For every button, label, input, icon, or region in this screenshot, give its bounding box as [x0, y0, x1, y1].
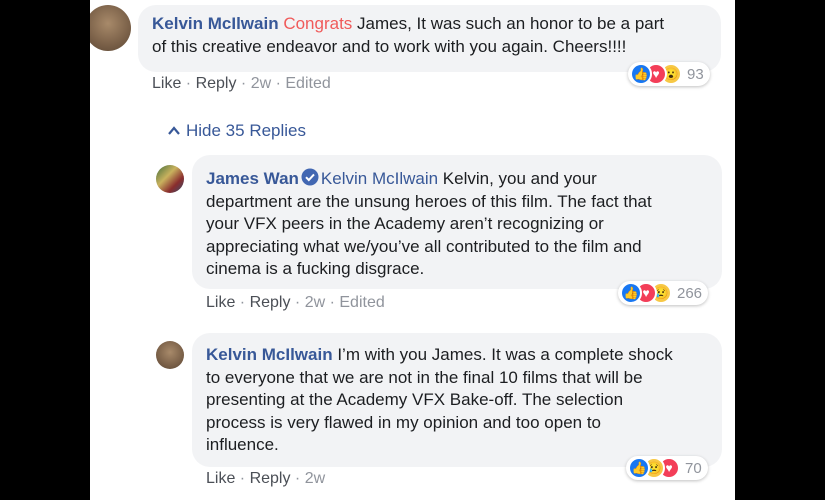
reply-line: appreciating what we/you’ve all contribu…	[206, 236, 642, 256]
like-icon: 👍	[628, 457, 650, 479]
like-link[interactable]: Like	[206, 470, 235, 487]
reply-link[interactable]: Reply	[250, 294, 291, 311]
chevron-up-icon	[168, 126, 180, 135]
like-icon: 👍	[630, 63, 652, 85]
like-link[interactable]: Like	[206, 294, 235, 311]
avatar[interactable]	[156, 165, 184, 193]
comment-line: of this creative endeavor and to work wi…	[152, 36, 627, 56]
avatar[interactable]	[156, 341, 184, 369]
timestamp[interactable]: 2w	[251, 75, 271, 92]
edited-label[interactable]: Edited	[339, 294, 384, 311]
edited-label[interactable]: Edited	[285, 75, 330, 92]
avatar[interactable]	[90, 5, 131, 51]
reply-line: I’m with you James. It was a complete sh…	[332, 345, 673, 364]
comment-actions: Like · Reply · 2w · Edited	[152, 75, 331, 92]
hide-replies-link[interactable]: Hide 35 Replies	[168, 121, 306, 141]
reply-line: influence.	[206, 435, 279, 454]
reply-line: to everyone that we are not in the final…	[206, 367, 643, 387]
like-link[interactable]: Like	[152, 75, 181, 92]
reply-line: your VFX peers in the Academy aren’t rec…	[206, 214, 604, 233]
verified-badge-icon	[301, 168, 319, 186]
reply-text: James Wan Kelvin McIlwain Kelvin, you and…	[206, 168, 716, 281]
comments-panel: Kelvin McIlwain Congrats James, It was s…	[90, 0, 735, 500]
reply-line: process is very flawed in my opinion and…	[206, 412, 602, 432]
reactions-summary[interactable]: 👍 ♥ 😢 266	[618, 281, 709, 305]
reply-line: presenting at the Academy VFX Bake-off. …	[206, 390, 624, 409]
comment-author[interactable]: Kelvin McIlwain	[152, 14, 279, 33]
hide-replies-label: Hide 35 Replies	[186, 121, 307, 140]
reactions-summary[interactable]: 👍 😢 ♥ 70	[626, 456, 708, 480]
reply-author[interactable]: James Wan	[206, 169, 299, 188]
reply-author[interactable]: Kelvin McIlwain	[206, 345, 333, 364]
reply-link[interactable]: Reply	[196, 75, 237, 92]
like-icon: 👍	[620, 282, 642, 304]
reaction-count: 70	[685, 459, 702, 477]
timestamp[interactable]: 2w	[305, 470, 325, 487]
mention[interactable]: Kelvin McIlwain	[321, 169, 438, 188]
reply-line: department are the unsung heroes of this…	[206, 191, 652, 211]
reply-actions: Like · Reply · 2w	[206, 470, 326, 487]
reply-actions: Like · Reply · 2w · Edited	[206, 294, 385, 311]
reply-text: Kelvin McIlwain I’m with you James. It w…	[206, 344, 716, 457]
reply-line: Kelvin, you and your	[438, 169, 597, 188]
reply-line: cinema is a fucking disgrace.	[206, 259, 425, 278]
timestamp[interactable]: 2w	[305, 294, 325, 311]
reaction-count: 93	[687, 65, 704, 83]
comment-text: Kelvin McIlwain Congrats James, It was s…	[152, 13, 712, 58]
reply-link[interactable]: Reply	[250, 470, 291, 487]
reaction-count: 266	[677, 284, 703, 302]
comment-line: James, It was such an honor to be a part	[352, 14, 665, 33]
comment-highlight: Congrats	[283, 14, 353, 33]
reactions-summary[interactable]: 👍 ♥ 😮 93	[628, 62, 710, 86]
